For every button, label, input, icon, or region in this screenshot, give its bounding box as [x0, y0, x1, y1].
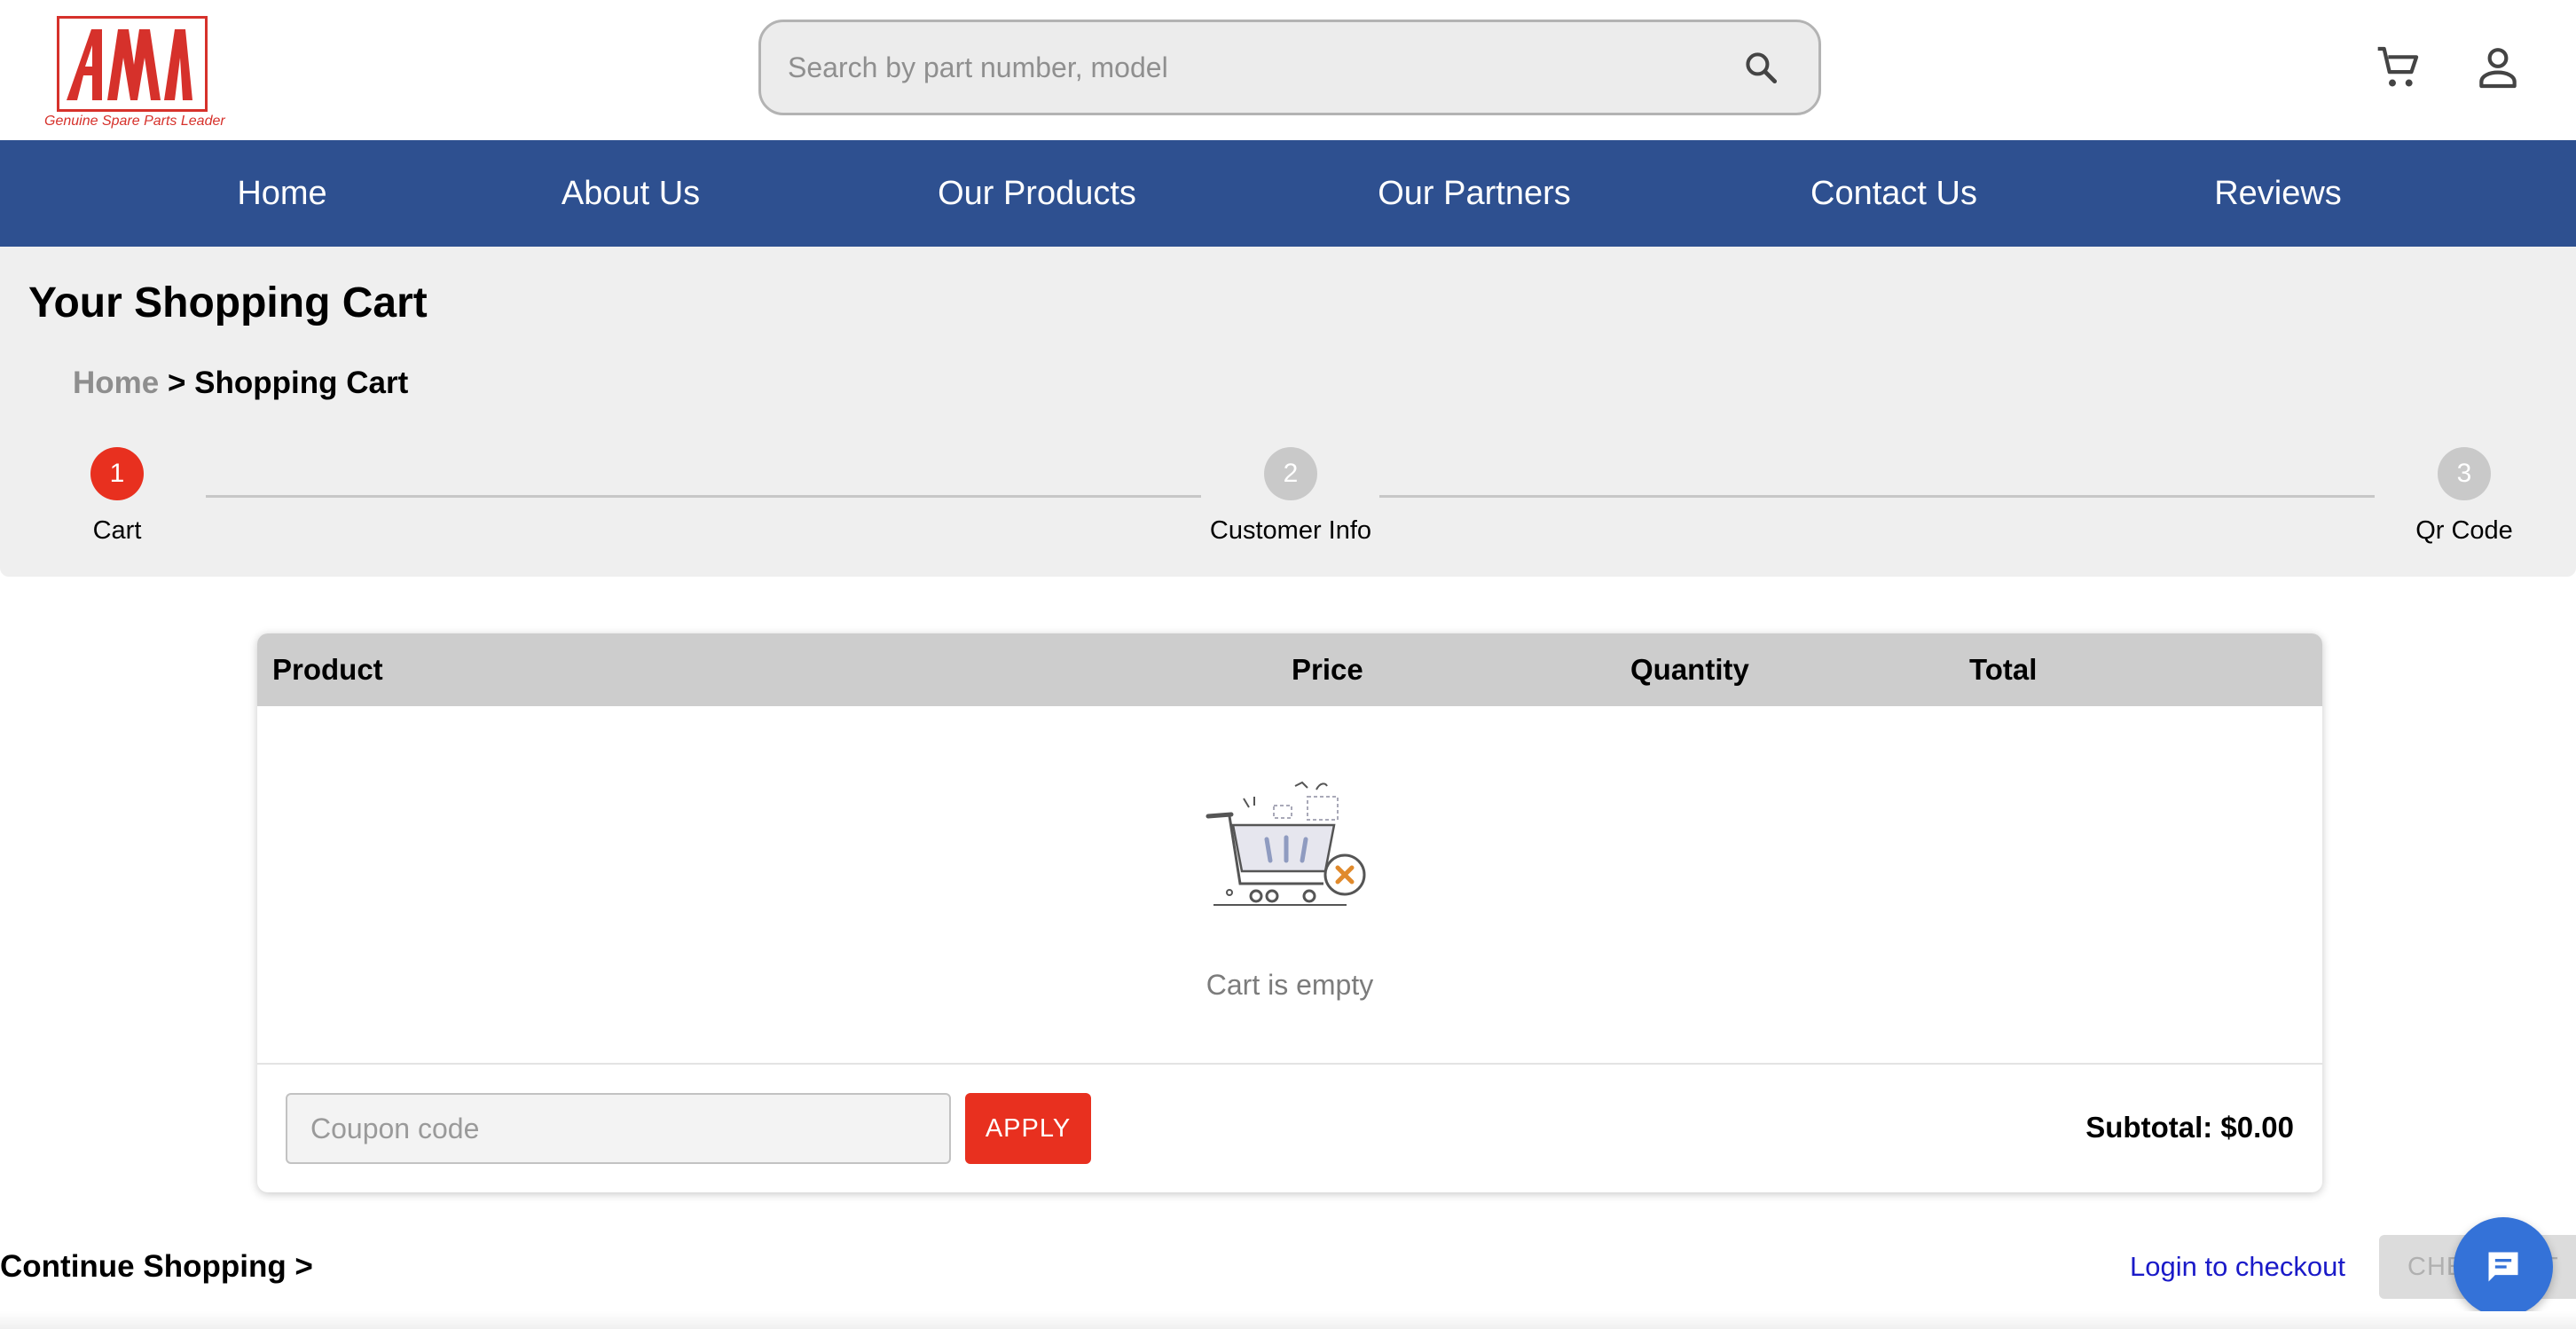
step-3-circle: 3: [2438, 447, 2491, 500]
login-to-checkout-link[interactable]: Login to checkout: [2130, 1251, 2345, 1283]
page-title: Your Shopping Cart: [28, 279, 428, 326]
breadcrumb-current: Shopping Cart: [194, 366, 409, 400]
step-connector-1: [206, 495, 1201, 498]
search-input[interactable]: [788, 22, 1710, 113]
nav-item-our-products[interactable]: Our Products: [938, 140, 1136, 247]
site-header: Genuine Spare Parts Leader: [0, 0, 2576, 140]
cart-header-panel: Your Shopping Cart Home > Shopping Cart …: [0, 247, 2576, 577]
cart-icon[interactable]: [2374, 43, 2423, 92]
nav-item-about-us[interactable]: About Us: [562, 140, 700, 247]
cart-table: Product Price Quantity Total Cart is emp…: [257, 633, 2322, 1192]
chat-icon: [2488, 1252, 2518, 1282]
breadcrumb: Home > Shopping Cart: [73, 366, 408, 401]
step-2-circle: 2: [1264, 447, 1317, 500]
empty-cart-message: Cart is empty: [1206, 969, 1374, 1001]
step-3-label: Qr Code: [2415, 516, 2513, 545]
cart-divider: [257, 1063, 2322, 1065]
nav-item-contact-us[interactable]: Contact Us: [1810, 140, 1977, 247]
nav-item-home[interactable]: Home: [237, 140, 326, 247]
main-nav: Home About Us Our Products Our Partners …: [0, 140, 2576, 247]
column-header-quantity: Quantity: [1630, 653, 1749, 686]
step-connector-2: [1379, 495, 2375, 498]
search-bar[interactable]: [758, 20, 1821, 115]
brand-logo[interactable]: Genuine Spare Parts Leader: [44, 16, 225, 129]
chat-button[interactable]: [2454, 1217, 2553, 1317]
user-icon[interactable]: [2473, 43, 2523, 92]
continue-shopping-link[interactable]: Continue Shopping >: [0, 1249, 313, 1285]
search-icon[interactable]: [1742, 49, 1781, 88]
apply-coupon-button[interactable]: APPLY: [965, 1093, 1091, 1164]
page-bottom-edge: [0, 1311, 2576, 1329]
logo-mark: [57, 16, 208, 112]
step-1-label: Cart: [92, 516, 142, 545]
empty-cart-icon: [1206, 781, 1366, 906]
column-header-product: Product: [272, 653, 383, 686]
nav-item-our-partners[interactable]: Our Partners: [1378, 140, 1571, 247]
column-header-total: Total: [1969, 653, 2038, 686]
breadcrumb-separator: >: [159, 366, 195, 400]
coupon-code-input[interactable]: [286, 1093, 951, 1164]
breadcrumb-home-link[interactable]: Home: [73, 366, 159, 400]
step-2-label: Customer Info: [1209, 516, 1372, 545]
column-header-price: Price: [1292, 653, 1363, 686]
step-1-circle: 1: [90, 447, 144, 500]
nav-item-reviews[interactable]: Reviews: [2214, 140, 2342, 247]
cart-table-header: Product Price Quantity Total: [257, 633, 2322, 706]
cart-subtotal: Subtotal: $0.00: [2085, 1111, 2294, 1144]
brand-tagline: Genuine Spare Parts Leader: [44, 114, 225, 129]
